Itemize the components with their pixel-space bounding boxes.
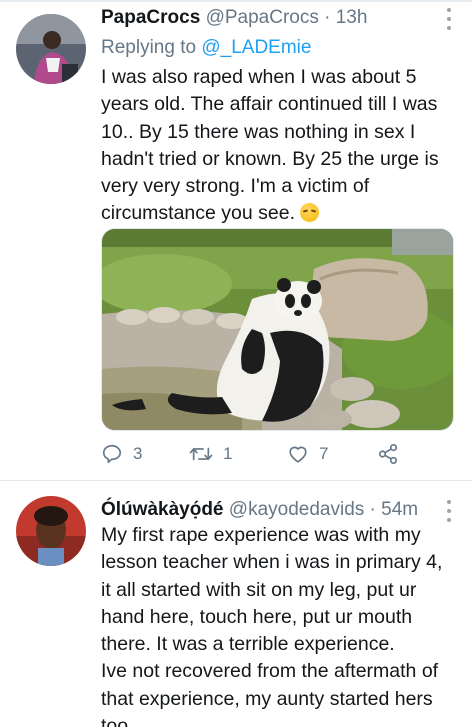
separator-dot: · <box>324 7 331 28</box>
tweet-text: My first rape experience was with my les… <box>101 524 443 727</box>
avatar[interactable] <box>16 496 86 566</box>
tweet-actions: 3 1 7 <box>101 440 421 468</box>
tweet-text: I was also raped when I was about 5 year… <box>101 64 456 228</box>
tweet-media-photo[interactable] <box>101 228 454 431</box>
author-handle[interactable]: @PapaCrocs <box>206 7 319 28</box>
avatar[interactable] <box>16 14 86 84</box>
more-icon[interactable] <box>446 8 452 30</box>
tweet[interactable]: PapaCrocs @PapaCrocs · 13h Replying to @… <box>0 0 472 482</box>
timestamp[interactable]: 13h <box>336 7 368 28</box>
author-handle[interactable]: @kayodedavids <box>229 499 364 520</box>
reply-mention-link[interactable]: @_LADEmie <box>201 37 311 58</box>
author-name[interactable]: PapaCrocs <box>101 7 200 28</box>
like-count: 7 <box>319 444 329 463</box>
replying-to-label: Replying to <box>101 37 202 58</box>
tweet-divider <box>0 480 472 481</box>
reply-count: 3 <box>133 444 143 463</box>
like-button[interactable]: 7 <box>287 440 328 468</box>
more-icon[interactable] <box>446 500 452 522</box>
retweet-icon <box>189 447 213 461</box>
retweet-count: 1 <box>223 444 233 463</box>
retweet-button[interactable]: 1 <box>189 440 232 468</box>
share-button[interactable] <box>377 440 399 468</box>
timeline: PapaCrocs @PapaCrocs · 13h Replying to @… <box>0 0 472 727</box>
share-icon <box>378 444 398 464</box>
tweet-header: PapaCrocs @PapaCrocs · 13h <box>101 6 442 30</box>
tweet-header: Ólúwàkàyọ́dé @kayodedavids · 54m <box>101 498 442 522</box>
tweet[interactable]: Ólúwàkàyọ́dé @kayodedavids · 54m My firs… <box>0 482 472 727</box>
replying-to: Replying to @_LADEmie <box>101 36 311 60</box>
reply-button[interactable]: 3 <box>101 440 142 468</box>
author-name[interactable]: Ólúwàkàyọ́dé <box>101 499 224 520</box>
reply-icon <box>102 444 122 464</box>
pensive-face-icon <box>300 203 320 223</box>
separator-dot: · <box>369 499 376 520</box>
like-icon <box>289 446 307 463</box>
timestamp[interactable]: 54m <box>381 499 418 520</box>
tweet-text-content: I was also raped when I was about 5 year… <box>101 66 439 225</box>
